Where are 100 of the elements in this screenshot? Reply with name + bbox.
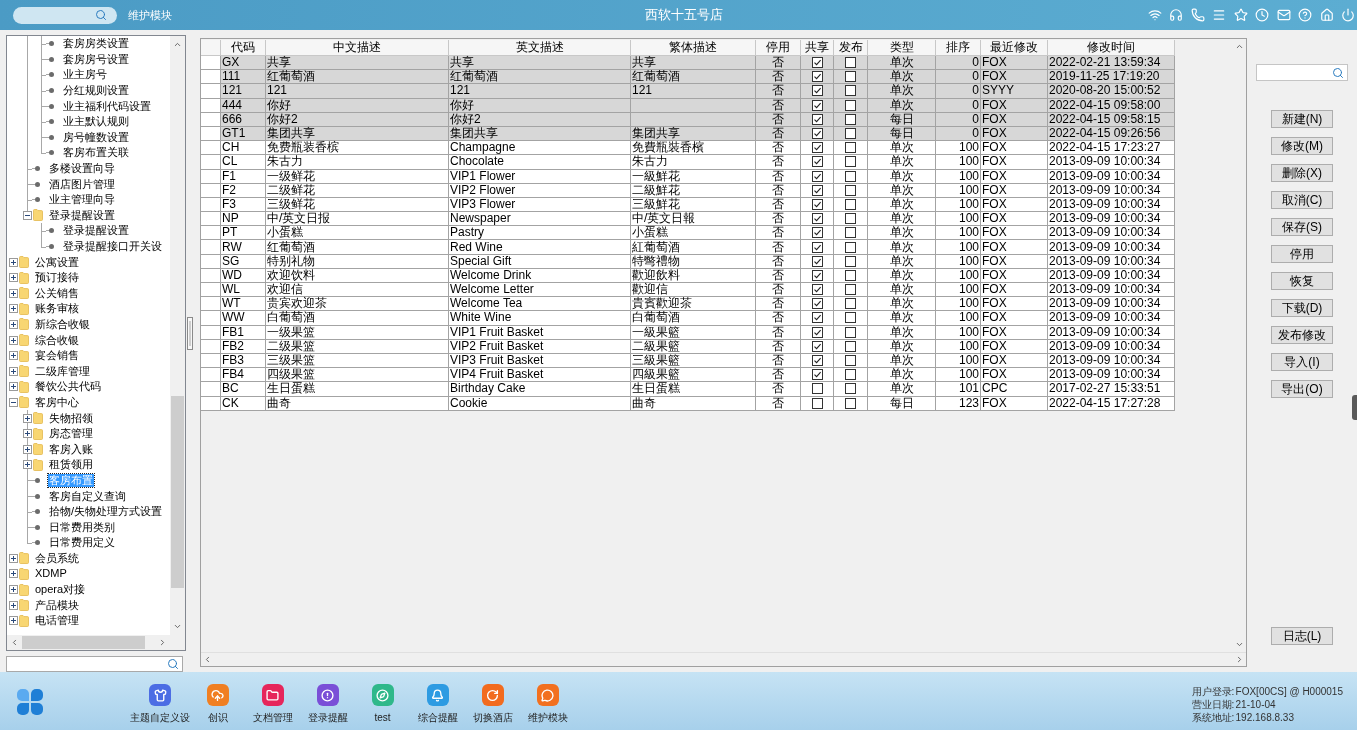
checkbox[interactable] bbox=[845, 269, 856, 281]
tree-item[interactable]: 房号幢数设置 bbox=[62, 130, 130, 144]
tree-item[interactable]: 二级库管理 bbox=[34, 364, 91, 378]
checkbox[interactable] bbox=[845, 156, 856, 168]
tree-item[interactable]: 业主福利代码设置 bbox=[62, 99, 152, 113]
tree-item[interactable]: 拾物/失物处理方式设置 bbox=[48, 505, 164, 519]
checkbox[interactable] bbox=[845, 142, 856, 154]
tree-item[interactable]: 会员系统 bbox=[34, 551, 80, 565]
dock-item[interactable]: 文档管理 bbox=[245, 684, 300, 724]
table-row[interactable]: CL 朱古力 Chocolate 朱古力 否 单次 100 FOX 2013-09-09 10:00:34 bbox=[201, 155, 1175, 170]
checkbox[interactable] bbox=[811, 128, 823, 140]
checkbox[interactable] bbox=[811, 241, 823, 253]
action-button[interactable]: 恢复 bbox=[1271, 272, 1333, 290]
table-row[interactable]: 121 121 121 121 否 单次 0 SYYY 2020-08-20 15:00:52 bbox=[201, 84, 1175, 99]
dock-item[interactable]: 切换酒店 bbox=[465, 684, 520, 724]
tree-item[interactable]: 业主管理向导 bbox=[48, 193, 116, 207]
row-header-cell[interactable] bbox=[201, 240, 221, 255]
plus-box-icon[interactable] bbox=[9, 304, 18, 314]
plus-box-icon[interactable] bbox=[9, 585, 18, 595]
action-button[interactable]: 取消(C) bbox=[1271, 191, 1333, 209]
checkbox[interactable] bbox=[811, 170, 823, 182]
tree-item[interactable]: 分红规则设置 bbox=[62, 84, 130, 98]
checkbox[interactable] bbox=[811, 326, 823, 338]
tree-item[interactable]: 公关销售 bbox=[34, 286, 80, 300]
row-header-cell[interactable] bbox=[201, 311, 221, 326]
table-row[interactable]: GX 共享 共享 共享 否 单次 0 FOX 2022-02-21 13:59:34 bbox=[201, 56, 1175, 71]
horizontal-scrollbar[interactable] bbox=[7, 635, 170, 650]
checkbox[interactable] bbox=[845, 213, 856, 225]
clock-icon[interactable] bbox=[1255, 8, 1269, 22]
checkbox[interactable] bbox=[845, 312, 856, 324]
row-header-cell[interactable] bbox=[201, 212, 221, 227]
column-header[interactable]: 代码 bbox=[221, 40, 266, 56]
checkbox[interactable] bbox=[845, 227, 856, 239]
table-row[interactable]: RW 红葡萄酒 Red Wine 紅葡萄酒 否 单次 100 FOX 2013-09-09 10:00:34 bbox=[201, 240, 1175, 255]
tree-item[interactable]: 酒店图片管理 bbox=[48, 177, 116, 191]
tree-item[interactable]: opera对接 bbox=[34, 583, 87, 597]
checkbox[interactable] bbox=[845, 198, 856, 210]
column-header[interactable]: 共享 bbox=[801, 40, 834, 56]
table-row[interactable]: NP 中/英文日报 Newspaper 中/英文日報 否 单次 100 FOX 2013-09-09 10:00:34 bbox=[201, 212, 1175, 227]
action-button[interactable]: 保存(S) bbox=[1271, 218, 1333, 236]
column-header[interactable]: 停用 bbox=[756, 40, 801, 56]
row-header-cell[interactable] bbox=[201, 368, 221, 383]
checkbox[interactable] bbox=[811, 269, 823, 281]
tree-item[interactable]: 公寓设置 bbox=[34, 255, 80, 269]
dock-item[interactable]: test bbox=[355, 684, 410, 724]
splitter-grip-icon[interactable] bbox=[187, 317, 193, 350]
plus-box-icon[interactable] bbox=[9, 569, 18, 579]
row-header-cell[interactable] bbox=[201, 382, 221, 397]
column-header[interactable]: 中文描述 bbox=[266, 40, 449, 56]
log-button[interactable]: 日志(L) bbox=[1271, 627, 1333, 645]
chevron-right-icon[interactable] bbox=[1235, 655, 1244, 664]
plus-box-icon[interactable] bbox=[23, 429, 32, 439]
tree-item[interactable]: 客房入账 bbox=[48, 442, 94, 456]
checkbox[interactable] bbox=[845, 369, 856, 381]
tree-item[interactable]: 餐饮公共代码 bbox=[34, 380, 102, 394]
checkbox[interactable] bbox=[811, 198, 823, 210]
tree-item[interactable]: 账务审核 bbox=[34, 302, 80, 316]
plus-box-icon[interactable] bbox=[9, 273, 18, 283]
plus-box-icon[interactable] bbox=[9, 320, 18, 329]
tree-item[interactable]: 登录提醒设置 bbox=[48, 208, 116, 222]
checkbox[interactable] bbox=[811, 57, 823, 69]
chevron-right-icon[interactable] bbox=[158, 638, 167, 647]
checkbox[interactable] bbox=[845, 128, 856, 140]
vertical-scrollbar[interactable] bbox=[170, 36, 185, 635]
checkbox[interactable] bbox=[845, 71, 856, 83]
checkbox[interactable] bbox=[845, 326, 856, 338]
tree-item[interactable]: 多楼设置向导 bbox=[48, 162, 116, 176]
checkbox[interactable] bbox=[845, 355, 856, 367]
plus-box-icon[interactable] bbox=[9, 257, 18, 267]
action-button[interactable]: 导出(O) bbox=[1271, 380, 1333, 398]
minus-box-icon[interactable] bbox=[23, 210, 32, 220]
plus-box-icon[interactable] bbox=[9, 382, 18, 392]
row-header-cell[interactable] bbox=[201, 141, 221, 156]
column-header[interactable]: 英文描述 bbox=[449, 40, 631, 56]
chevron-down-icon[interactable] bbox=[173, 622, 182, 631]
table-row[interactable]: FB4 四级果篮 VIP4 Fruit Basket 四級果籃 否 单次 100 FOX 2013-09-09 10:00:34 bbox=[201, 368, 1175, 383]
table-row[interactable]: WT 贵宾欢迎茶 Welcome Tea 貴賓歡迎茶 否 单次 100 FOX 2013-09-09 10:00:34 bbox=[201, 297, 1175, 312]
checkbox[interactable] bbox=[845, 397, 856, 409]
tree-item[interactable]: 新综合收银 bbox=[34, 318, 91, 331]
checkbox[interactable] bbox=[845, 255, 856, 267]
tree-item[interactable]: 日常费用类别 bbox=[48, 520, 116, 534]
action-button[interactable]: 新建(N) bbox=[1271, 110, 1333, 128]
action-button[interactable]: 发布修改 bbox=[1271, 326, 1333, 344]
row-header-cell[interactable] bbox=[201, 226, 221, 241]
tree-item[interactable]: 登录提醒设置 bbox=[62, 224, 130, 238]
checkbox[interactable] bbox=[811, 113, 823, 125]
tree-item[interactable]: 综合收银 bbox=[34, 333, 80, 347]
star-icon[interactable] bbox=[1233, 8, 1248, 22]
tree-item[interactable]: 宴会销售 bbox=[34, 349, 80, 363]
tree-item[interactable]: 房态管理 bbox=[48, 427, 94, 441]
column-header[interactable]: 发布 bbox=[834, 40, 868, 56]
tree-item[interactable]: 租赁领用 bbox=[48, 458, 94, 472]
dock-item[interactable]: 维护模块 bbox=[520, 684, 575, 724]
search-field[interactable] bbox=[6, 656, 183, 672]
checkbox[interactable] bbox=[811, 99, 823, 111]
checkbox[interactable] bbox=[811, 255, 823, 267]
action-button[interactable]: 停用 bbox=[1271, 245, 1333, 263]
checkbox[interactable] bbox=[811, 397, 823, 409]
horizontal-scrollbar[interactable] bbox=[201, 652, 1246, 666]
plus-box-icon[interactable] bbox=[23, 444, 32, 454]
